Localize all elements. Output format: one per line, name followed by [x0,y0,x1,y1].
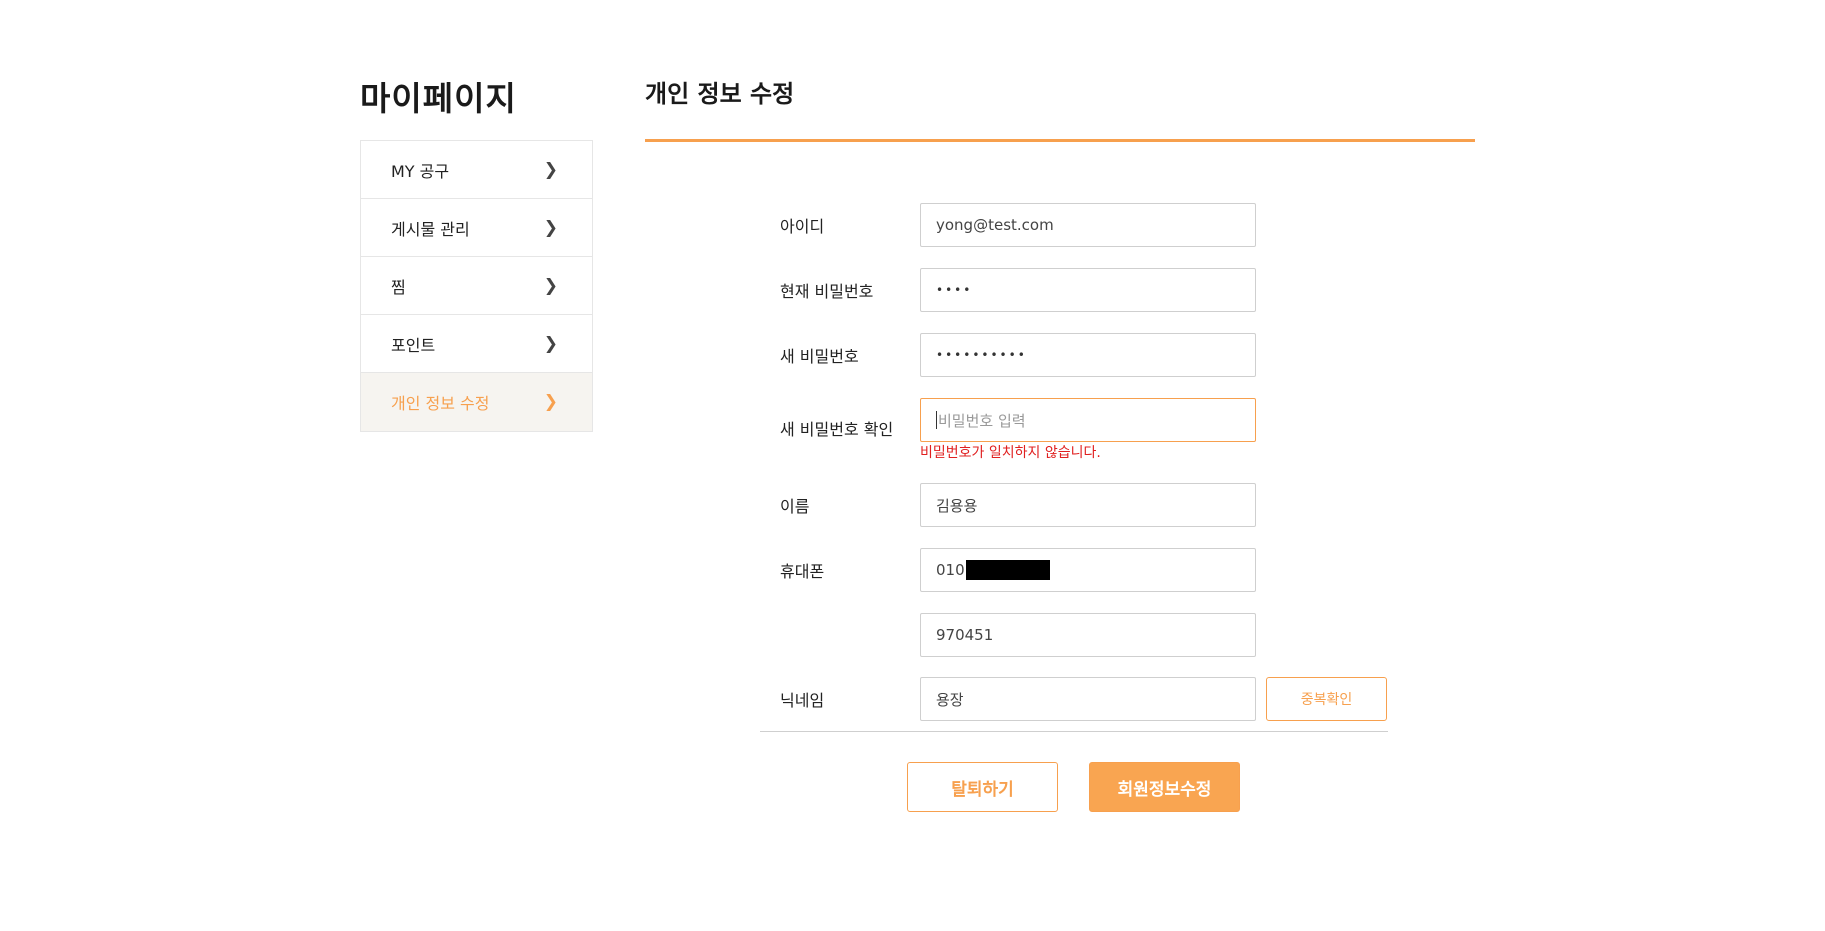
nickname-field[interactable]: 용장 [920,677,1256,721]
sidebar-item-points[interactable]: 포인트 ❯ [361,315,592,373]
phone-field[interactable]: 010 [920,548,1256,592]
confirm-password-placeholder: 비밀번호 입력 [938,411,1026,430]
name-value: 김용용 [936,496,978,515]
sidebar-item-label: MY 공구 [391,161,450,181]
phone-code-value: 970451 [936,626,994,644]
new-password-value: •••••••••• [936,348,1027,362]
nickname-value: 용장 [936,690,964,709]
new-password-label: 새 비밀번호 [780,347,859,366]
text-caret [936,411,937,429]
chevron-right-icon: ❯ [543,275,558,296]
sidebar-item-my-group-buy[interactable]: MY 공구 ❯ [361,141,592,199]
name-field[interactable]: 김용용 [920,483,1256,527]
sidebar-item-label: 찜 [391,277,406,297]
phone-value: 010 [936,561,965,579]
page: 마이페이지 MY 공구 ❯ 게시물 관리 ❯ 찜 ❯ 포인트 ❯ 개인 정보 수… [0,0,1825,931]
current-password-label: 현재 비밀번호 [780,282,874,301]
chevron-right-icon: ❯ [543,333,558,354]
sidebar-item-label: 게시물 관리 [391,219,470,239]
id-field[interactable]: yong@test.com [920,203,1256,247]
chevron-right-icon: ❯ [543,392,558,412]
duplicate-check-button[interactable]: 중복확인 [1266,677,1387,721]
confirm-password-label: 새 비밀번호 확인 [780,420,894,439]
new-password-field[interactable]: •••••••••• [920,333,1256,377]
sidebar-item-wishlist[interactable]: 찜 ❯ [361,257,592,315]
withdraw-button[interactable]: 탈퇴하기 [907,762,1058,812]
nickname-label: 닉네임 [780,691,825,710]
password-mismatch-error: 비밀번호가 일치하지 않습니다. [920,445,1101,461]
title-divider [645,139,1475,142]
id-value: yong@test.com [936,216,1054,234]
sidebar-item-edit-profile[interactable]: 개인 정보 수정 ❯ [361,373,592,431]
sidebar-item-label: 개인 정보 수정 [391,394,490,413]
sidebar-item-posts[interactable]: 게시물 관리 ❯ [361,199,592,257]
page-title: 개인 정보 수정 [645,80,795,108]
sidebar-menu: MY 공구 ❯ 게시물 관리 ❯ 찜 ❯ 포인트 ❯ 개인 정보 수정 ❯ [360,140,593,432]
form-divider [760,731,1388,732]
chevron-right-icon: ❯ [543,159,558,180]
sidebar-item-label: 포인트 [391,335,436,355]
redacted-block [965,560,1050,580]
phone-code-field[interactable]: 970451 [920,613,1256,657]
update-profile-button[interactable]: 회원정보수정 [1089,762,1240,812]
id-label: 아이디 [780,217,825,236]
name-label: 이름 [780,497,810,516]
chevron-right-icon: ❯ [543,217,558,238]
sidebar-title: 마이페이지 [360,79,517,118]
phone-label: 휴대폰 [780,562,825,581]
current-password-field[interactable]: •••• [920,268,1256,312]
current-password-value: •••• [936,283,973,297]
confirm-password-field[interactable]: 비밀번호 입력 [920,398,1256,442]
